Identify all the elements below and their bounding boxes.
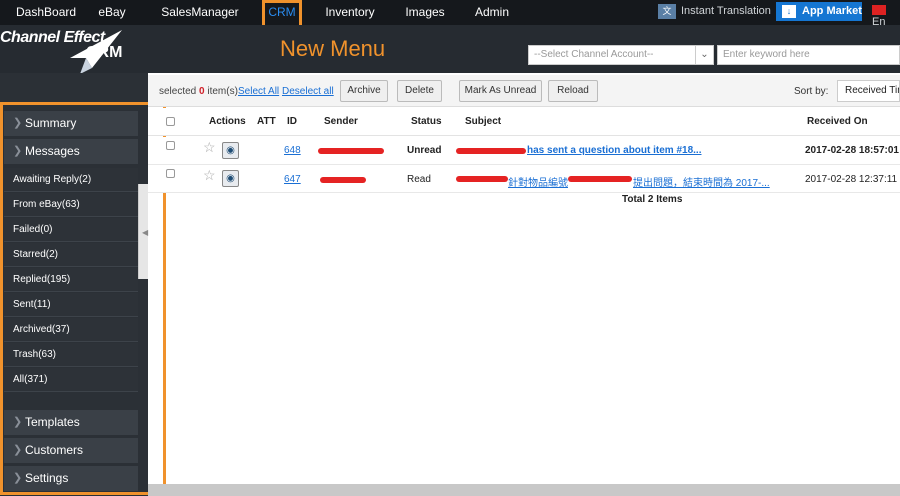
selected-count: 0	[199, 86, 205, 97]
column-id[interactable]: ID	[287, 116, 297, 127]
download-icon: ↓	[782, 4, 796, 18]
column-actions[interactable]: Actions	[209, 116, 246, 127]
star-icon[interactable]: ☆	[203, 167, 216, 184]
subject-redacted	[456, 176, 508, 182]
selected-suffix: item(s)	[207, 86, 238, 97]
instant-translation-label: Instant Translation	[681, 5, 771, 17]
star-icon[interactable]: ☆	[203, 139, 216, 156]
subject-link[interactable]: has sent a question about item #18...	[527, 145, 702, 156]
sender-redacted	[318, 148, 384, 154]
horizontal-scrollbar[interactable]	[148, 484, 900, 496]
app-market-label: App Market	[802, 5, 862, 17]
keyword-search-input[interactable]: Enter keyword here	[717, 45, 900, 65]
channel-account-select[interactable]: --Select Channel Account-- ⌄	[528, 45, 714, 65]
deselect-all-link[interactable]: Deselect all	[282, 86, 334, 97]
flag-icon	[872, 5, 886, 16]
message-id-link[interactable]: 647	[284, 174, 301, 185]
preview-eye-icon[interactable]: ◉	[222, 142, 239, 159]
status-unread: Unread	[407, 145, 442, 156]
status-read: Read	[407, 174, 431, 185]
new-menu-annotation: New Menu	[280, 36, 386, 61]
total-items: Total 2 Items	[622, 194, 683, 205]
column-sender[interactable]: Sender	[324, 116, 358, 127]
crm-highlight-box	[262, 0, 302, 28]
reload-button[interactable]: Reload	[548, 80, 598, 102]
row-checkbox[interactable]	[166, 169, 175, 178]
column-status[interactable]: Status	[411, 116, 442, 127]
nav-images[interactable]: Images	[402, 0, 448, 25]
received-on: 2017-02-28 12:37:11	[805, 174, 898, 185]
received-on: 2017-02-28 18:57:01	[805, 145, 899, 156]
preview-eye-icon[interactable]: ◉	[222, 170, 239, 187]
delete-button[interactable]: Delete	[397, 80, 442, 102]
subject-redacted	[456, 148, 526, 154]
mark-as-unread-button[interactable]: Mark As Unread	[459, 80, 542, 102]
row-checkbox[interactable]	[166, 141, 175, 150]
selected-prefix: selected	[159, 86, 197, 97]
subject-link-part1[interactable]: 針對物品編號	[508, 174, 568, 189]
select-all-link[interactable]: Select All	[238, 86, 279, 97]
subject-link-part2[interactable]: 提出問題，結束時間為 2017-...	[633, 174, 770, 189]
translate-icon: 文	[658, 4, 676, 19]
sidebar-highlight-box	[0, 102, 166, 495]
select-all-checkbox[interactable]	[166, 117, 175, 126]
instant-translation-link[interactable]: 文 Instant Translation	[658, 4, 771, 20]
selection-count: selected 0 item(s)	[159, 86, 238, 97]
sort-by-select[interactable]: Received Time	[837, 80, 900, 102]
nav-dashboard[interactable]: DashBoard	[16, 0, 76, 25]
nav-salesmanager[interactable]: SalesManager	[160, 0, 240, 25]
sender-redacted	[320, 177, 366, 183]
top-nav-bar: DashBoard eBay SalesManager CRM Inventor…	[0, 0, 900, 28]
nav-ebay[interactable]: eBay	[94, 0, 130, 25]
column-received-on[interactable]: Received On	[807, 116, 868, 127]
message-id-link[interactable]: 648	[284, 145, 301, 156]
nav-admin[interactable]: Admin	[472, 0, 512, 25]
column-subject[interactable]: Subject	[465, 116, 501, 127]
logo-crm: CRM	[86, 44, 123, 61]
column-att[interactable]: ATT	[257, 116, 276, 127]
nav-inventory[interactable]: Inventory	[322, 0, 378, 25]
app-market-button[interactable]: ↓ App Market	[776, 2, 862, 21]
channel-account-placeholder: --Select Channel Account--	[534, 49, 654, 60]
subject-redacted	[568, 176, 632, 182]
chevron-down-icon: ⌄	[695, 46, 713, 64]
archive-button[interactable]: Archive	[340, 80, 388, 102]
sort-by-label: Sort by:	[794, 86, 829, 97]
